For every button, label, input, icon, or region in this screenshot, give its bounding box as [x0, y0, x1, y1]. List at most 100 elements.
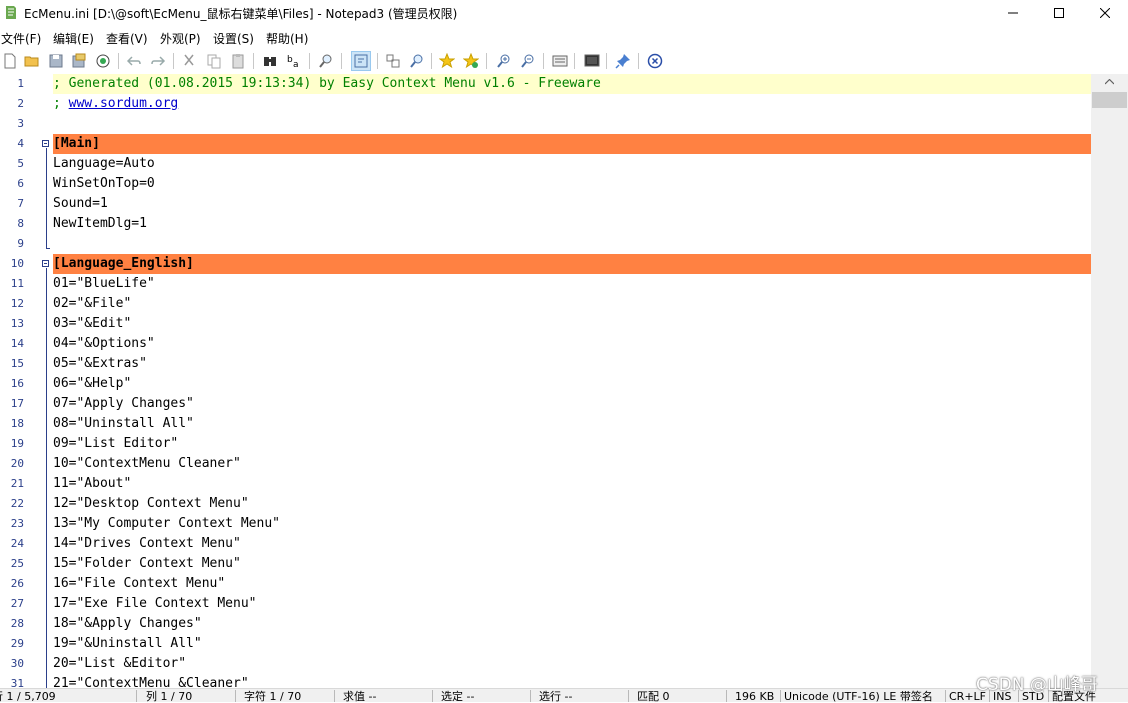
- toolbar-separator: [574, 53, 575, 69]
- editor-line[interactable]: 7 Sound=1: [0, 194, 1091, 214]
- url-link[interactable]: www.sordum.org: [69, 96, 179, 111]
- browse-button[interactable]: [93, 51, 113, 71]
- editor-line[interactable]: 1 ; Generated (01.08.2015 19:13:34) by Ea…: [0, 74, 1091, 94]
- redo-button[interactable]: [148, 51, 168, 71]
- zoom-out-button[interactable]: [518, 51, 538, 71]
- line-number: 16: [10, 377, 24, 390]
- line-number: 11: [10, 277, 24, 290]
- close-button[interactable]: [1082, 0, 1128, 26]
- save-as-button[interactable]: [69, 51, 89, 71]
- find-button[interactable]: [260, 51, 280, 71]
- customize-button[interactable]: [582, 51, 602, 71]
- editor-line[interactable]: 4 [Main]: [0, 134, 1091, 154]
- pin-button[interactable]: [613, 51, 633, 71]
- editor-line[interactable]: 26 16="File Context Menu": [0, 574, 1091, 594]
- line-number: 26: [10, 577, 24, 590]
- fold-collapse-icon[interactable]: [42, 140, 49, 147]
- new-file-icon: [4, 53, 16, 69]
- zoom-in-icon: [497, 54, 510, 68]
- find-in-files-icon: [410, 54, 423, 68]
- maximize-button[interactable]: [1036, 0, 1082, 26]
- find-in-files-button[interactable]: [407, 51, 427, 71]
- text-editor[interactable]: 1 ; Generated (01.08.2015 19:13:34) by Ea…: [0, 74, 1091, 688]
- zoom-in-button[interactable]: [494, 51, 514, 71]
- editor-line[interactable]: 21 11="About": [0, 474, 1091, 494]
- scroll-up-button[interactable]: [1091, 74, 1128, 90]
- section-highlight: [53, 134, 1091, 154]
- zoom-search-button[interactable]: [316, 51, 336, 71]
- status-selection: 选定 --: [441, 690, 475, 703]
- editor-line[interactable]: 25 15="Folder Context Menu": [0, 554, 1091, 574]
- line-number: 25: [10, 557, 24, 570]
- editor-line[interactable]: 28 18="&Apply Changes": [0, 614, 1091, 634]
- fold-collapse-icon[interactable]: [42, 260, 49, 267]
- editor-line[interactable]: 2 ; www.sordum.org: [0, 94, 1091, 114]
- line-number: 24: [10, 537, 24, 550]
- menu-settings[interactable]: 设置(S): [213, 30, 254, 47]
- status-separator: [628, 690, 629, 702]
- line-text: 12="Desktop Context Menu": [53, 496, 249, 511]
- line-number: 7: [17, 197, 24, 210]
- editor-line[interactable]: 8 NewItemDlg=1: [0, 214, 1091, 234]
- save-icon: [49, 54, 63, 68]
- add-favorite-button[interactable]: [461, 51, 481, 71]
- menu-bar: 文件(F) 编辑(E) 查看(V) 外观(P) 设置(S) 帮助(H): [0, 26, 1128, 48]
- paste-button[interactable]: [228, 51, 248, 71]
- undo-button[interactable]: [124, 51, 144, 71]
- menu-edit[interactable]: 编辑(E): [53, 30, 94, 47]
- editor-line[interactable]: 19 09="List Editor": [0, 434, 1091, 454]
- replace-icon: ba: [287, 55, 299, 69]
- menu-file[interactable]: 文件(F): [1, 30, 41, 47]
- editor-line[interactable]: 10 [Language_English]: [0, 254, 1091, 274]
- editor-line[interactable]: 14 04="&Options": [0, 334, 1091, 354]
- line-text: 10="ContextMenu Cleaner": [53, 456, 241, 471]
- watermark: CSDN @山峰哥: [976, 675, 1098, 695]
- toolbar-separator: [309, 53, 310, 69]
- editor-line[interactable]: 17 07="Apply Changes": [0, 394, 1091, 414]
- line-text: 18="&Apply Changes": [53, 616, 202, 631]
- scrollbar-thumb[interactable]: [1092, 92, 1127, 108]
- editor-line[interactable]: 30 20="List &Editor": [0, 654, 1091, 674]
- word-wrap-button[interactable]: [351, 51, 371, 71]
- new-file-button[interactable]: [0, 51, 20, 71]
- editor-line[interactable]: 5 Language=Auto: [0, 154, 1091, 174]
- editor-line[interactable]: 3: [0, 114, 1091, 134]
- line-text: [Main]: [53, 136, 100, 151]
- editor-line[interactable]: 24 14="Drives Context Menu": [0, 534, 1091, 554]
- open-button[interactable]: [22, 51, 42, 71]
- save-button[interactable]: [46, 51, 66, 71]
- editor-line[interactable]: 9: [0, 234, 1091, 254]
- menu-appearance[interactable]: 外观(P): [160, 30, 201, 47]
- vertical-scrollbar[interactable]: [1091, 74, 1128, 688]
- cut-button[interactable]: [179, 51, 199, 71]
- editor-line[interactable]: 23 13="My Computer Context Menu": [0, 514, 1091, 534]
- favorites-button[interactable]: [437, 51, 457, 71]
- editor-line[interactable]: 18 08="Uninstall All": [0, 414, 1091, 434]
- editor-line[interactable]: 15 05="&Extras": [0, 354, 1091, 374]
- menu-view[interactable]: 查看(V): [106, 30, 148, 47]
- line-number: 17: [10, 397, 24, 410]
- status-encoding[interactable]: Unicode (UTF-16) LE 带签名: [784, 690, 933, 703]
- editor-line[interactable]: 12 02="&File": [0, 294, 1091, 314]
- editor-line[interactable]: 11 01="BlueLife": [0, 274, 1091, 294]
- replace-button[interactable]: ba: [284, 51, 304, 71]
- editor-line[interactable]: 31 21="ContextMenu &Cleaner": [0, 674, 1091, 688]
- menu-help[interactable]: 帮助(H): [266, 30, 308, 47]
- copy-button[interactable]: [204, 51, 224, 71]
- line-text: 20="List &Editor": [53, 656, 187, 671]
- minimize-button[interactable]: [990, 0, 1036, 26]
- editor-line[interactable]: 22 12="Desktop Context Menu": [0, 494, 1091, 514]
- editor-line[interactable]: 20 10="ContextMenu Cleaner": [0, 454, 1091, 474]
- line-number: 21: [10, 477, 24, 490]
- editor-line[interactable]: 16 06="&Help": [0, 374, 1091, 394]
- editor-line[interactable]: 6 WinSetOnTop=0: [0, 174, 1091, 194]
- open-folder-icon: [24, 56, 39, 67]
- line-text: 15="Folder Context Menu": [53, 556, 241, 571]
- scheme-button[interactable]: [550, 51, 570, 71]
- editor-line[interactable]: 27 17="Exe File Context Menu": [0, 594, 1091, 614]
- editor-line[interactable]: 13 03="&Edit": [0, 314, 1091, 334]
- editor-line[interactable]: 29 19="&Uninstall All": [0, 634, 1091, 654]
- exit-button[interactable]: [645, 51, 665, 71]
- line-text: 04="&Options": [53, 336, 155, 351]
- fold-button[interactable]: [383, 51, 403, 71]
